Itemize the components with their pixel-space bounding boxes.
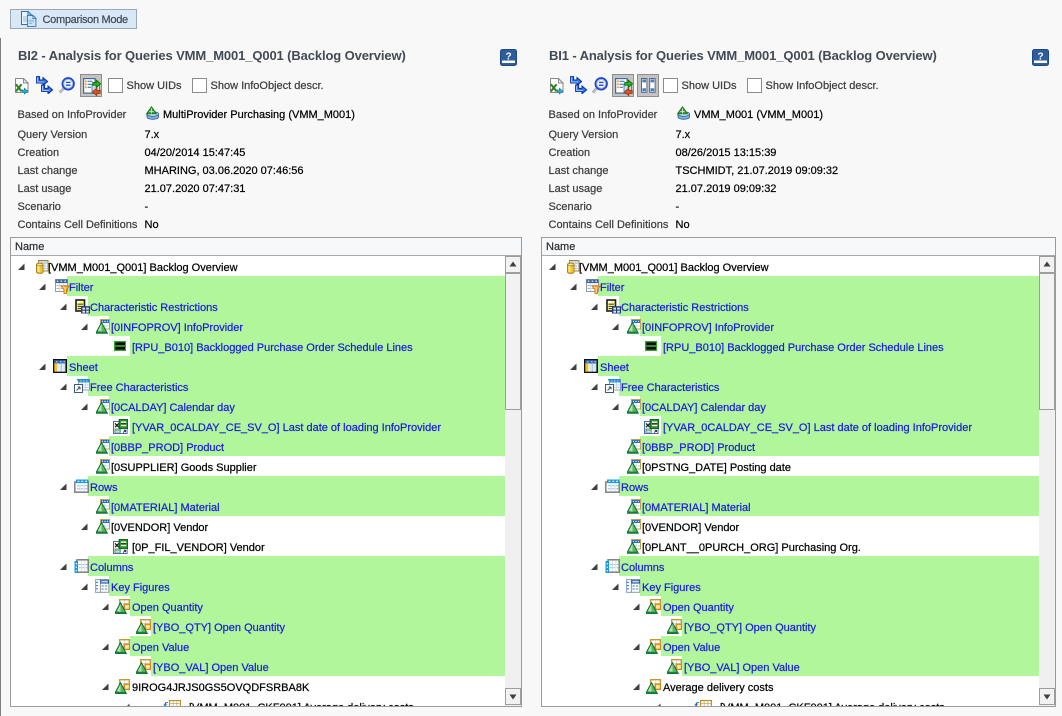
svg-text:f: f — [694, 700, 699, 706]
svg-text:?: ? — [1037, 52, 1043, 63]
svg-text:?: ? — [505, 52, 511, 63]
svg-text:f: f — [163, 700, 168, 706]
